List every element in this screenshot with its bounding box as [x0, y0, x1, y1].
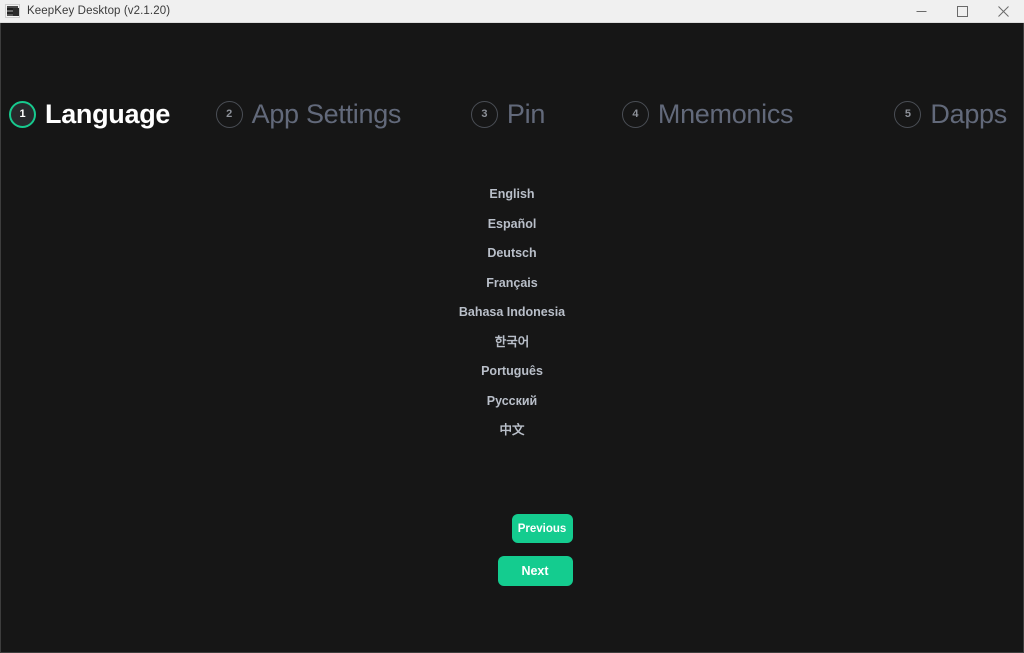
- step-number-badge: 2: [215, 100, 243, 128]
- language-option-english[interactable]: English: [489, 180, 534, 210]
- step-mnemonics[interactable]: 4 Mnemonics: [608, 99, 808, 130]
- step-number-badge: 5: [894, 100, 922, 128]
- window-title: KeepKey Desktop (v2.1.20): [27, 5, 171, 17]
- close-icon[interactable]: [983, 0, 1024, 22]
- step-number-badge: 4: [621, 100, 649, 128]
- language-option-deutsch[interactable]: Deutsch: [487, 239, 536, 269]
- step-pin[interactable]: 3 Pin: [408, 99, 608, 130]
- title-bar: KeepKey Desktop (v2.1.20): [0, 0, 1024, 23]
- onboarding-stepper: 1 Language 2 App Settings 3 Pin 4 Mnemon…: [1, 79, 1023, 149]
- app-content: 1 Language 2 App Settings 3 Pin 4 Mnemon…: [0, 23, 1024, 653]
- previous-button[interactable]: Previous: [511, 514, 573, 543]
- language-option-portugues[interactable]: Português: [481, 357, 543, 387]
- language-option-espanol[interactable]: Español: [488, 210, 537, 240]
- app-window: KeepKey Desktop (v2.1.20) 1 Language 2 A…: [0, 0, 1024, 653]
- next-button[interactable]: Next: [497, 556, 573, 586]
- step-language[interactable]: 1 Language: [9, 99, 209, 130]
- step-app-settings[interactable]: 2 App Settings: [209, 99, 409, 130]
- language-option-korean[interactable]: 한국어: [495, 328, 530, 358]
- step-label: Language: [45, 98, 171, 129]
- keepkey-app-icon: [5, 4, 20, 18]
- minimize-icon[interactable]: [901, 0, 942, 22]
- language-option-chinese[interactable]: 中文: [499, 416, 524, 446]
- maximize-icon[interactable]: [942, 0, 983, 22]
- step-label: Mnemonics: [657, 98, 794, 129]
- step-dapps[interactable]: 5 Dapps: [807, 99, 1017, 130]
- step-label: App Settings: [251, 98, 402, 129]
- language-option-bahasa-indonesia[interactable]: Bahasa Indonesia: [459, 298, 565, 328]
- language-option-francais[interactable]: Français: [486, 269, 537, 299]
- title-bar-left: KeepKey Desktop (v2.1.20): [0, 4, 170, 18]
- action-buttons: Previous Next: [1, 514, 1023, 586]
- step-label: Pin: [506, 98, 546, 129]
- language-list: English Español Deutsch Français Bahasa …: [1, 180, 1023, 446]
- step-number-badge: 3: [470, 100, 498, 128]
- language-option-russian[interactable]: Русский: [487, 387, 538, 417]
- step-number-badge: 1: [9, 100, 36, 128]
- step-label: Dapps: [930, 98, 1007, 129]
- window-controls: [901, 0, 1024, 22]
